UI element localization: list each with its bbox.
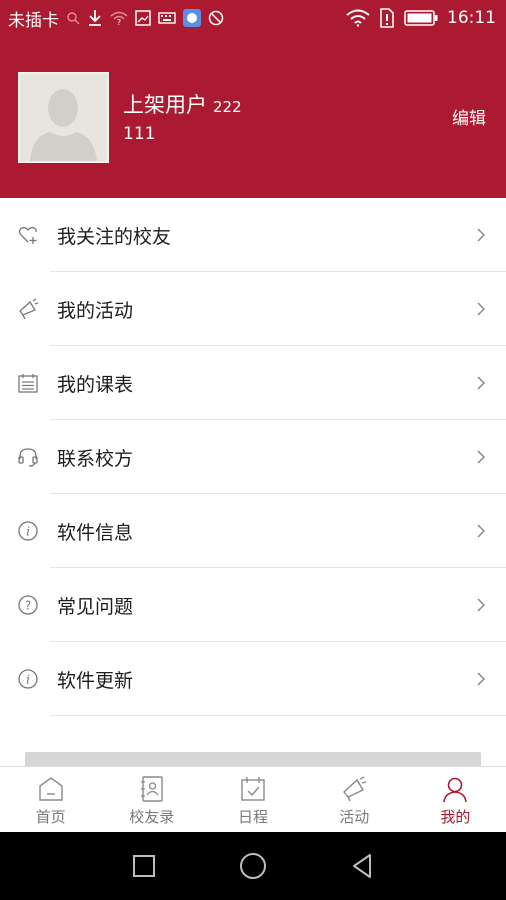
- megaphone-icon: [19, 298, 39, 320]
- menu-item-followed-alumni[interactable]: 我关注的校友: [0, 198, 506, 272]
- user-name: 上架用户: [123, 93, 207, 117]
- menu-item-faq[interactable]: ? 常见问题: [0, 568, 506, 642]
- settings-menu: 我关注的校友 我的活动 我的课表 联系校方 i 软件信息 ? 常见问题 i 软件…: [0, 198, 506, 716]
- sim-alert-icon: [379, 8, 395, 28]
- tab-label: 首页: [35, 808, 66, 826]
- back-button[interactable]: [347, 851, 377, 881]
- download-icon: [87, 9, 103, 27]
- chevron-right-icon: [477, 228, 486, 242]
- info-icon: i: [18, 521, 38, 541]
- search-icon: [66, 11, 80, 25]
- tab-label: 活动: [339, 808, 370, 826]
- battery-icon: [404, 10, 438, 26]
- sync-icon: [208, 10, 224, 26]
- user-id: 222: [213, 98, 242, 116]
- wifi-icon: [346, 9, 370, 27]
- svg-text:?: ?: [25, 599, 31, 613]
- logout-button-partial[interactable]: [25, 752, 481, 766]
- profile-header: 上架用户 222 111 编辑: [0, 36, 506, 198]
- menu-label: 软件更新: [57, 669, 134, 692]
- image-icon: [135, 10, 151, 26]
- recents-button[interactable]: [129, 851, 159, 881]
- menu-item-contact-school[interactable]: 联系校方: [0, 420, 506, 494]
- menu-item-my-schedule[interactable]: 我的课表: [0, 346, 506, 420]
- back-triangle-icon: [352, 854, 371, 878]
- headset-icon: [18, 448, 38, 467]
- keyboard-icon: [158, 11, 176, 25]
- info-icon: i: [18, 669, 38, 689]
- user-subtitle: 111: [123, 124, 156, 144]
- circle-icon: [239, 853, 266, 879]
- heart-plus-icon: [18, 226, 37, 244]
- app-badge-icon: [183, 9, 201, 27]
- edit-profile-button[interactable]: 编辑: [452, 104, 486, 129]
- menu-item-software-info[interactable]: i 软件信息: [0, 494, 506, 568]
- menu-label: 我关注的校友: [57, 225, 172, 248]
- chevron-right-icon: [477, 672, 486, 686]
- bottom-tab-bar: 首页 校友录 日程 活动 我的: [0, 766, 506, 832]
- chevron-right-icon: [477, 376, 486, 390]
- chevron-right-icon: [477, 450, 486, 464]
- tab-label: 校友录: [129, 808, 175, 826]
- menu-label: 联系校方: [57, 447, 134, 470]
- user-name-line: 上架用户 222: [123, 89, 242, 119]
- svg-text:i: i: [26, 525, 30, 539]
- tab-home[interactable]: 首页: [0, 767, 101, 832]
- wifi-question-icon: ?: [110, 10, 128, 26]
- question-icon: ?: [18, 595, 38, 615]
- home-button[interactable]: [238, 851, 268, 881]
- svg-text:?: ?: [117, 18, 121, 26]
- menu-label: 我的课表: [57, 373, 134, 396]
- contacts-book-icon: [140, 776, 163, 802]
- calendar-list-icon: [18, 374, 38, 393]
- calendar-check-icon: [241, 777, 265, 801]
- menu-label: 我的活动: [57, 299, 134, 322]
- tab-label: 日程: [238, 808, 269, 826]
- default-avatar-icon: [20, 74, 107, 161]
- system-navigation-bar: [0, 832, 506, 900]
- person-icon: [443, 777, 468, 803]
- chevron-right-icon: [477, 598, 486, 612]
- home-icon: [38, 777, 63, 801]
- tab-mine[interactable]: 我的: [405, 767, 506, 832]
- tab-activities[interactable]: 活动: [304, 767, 405, 832]
- tab-alumni-directory[interactable]: 校友录: [101, 767, 202, 832]
- carrier-label: 未插卡: [8, 10, 59, 31]
- menu-item-software-update[interactable]: i 软件更新: [0, 642, 506, 716]
- tab-label: 我的: [440, 808, 471, 826]
- chevron-right-icon: [477, 302, 486, 316]
- megaphone-icon: [343, 776, 367, 802]
- clock: 16:11: [447, 8, 496, 28]
- menu-label: 软件信息: [57, 521, 134, 544]
- avatar[interactable]: [18, 72, 109, 163]
- tab-schedule[interactable]: 日程: [202, 767, 303, 832]
- status-bar: 未插卡 ? 16:11: [0, 0, 506, 36]
- menu-label: 常见问题: [57, 595, 134, 618]
- chevron-right-icon: [477, 524, 486, 538]
- square-icon: [133, 855, 156, 877]
- svg-text:i: i: [26, 673, 30, 687]
- menu-item-my-activities[interactable]: 我的活动: [0, 272, 506, 346]
